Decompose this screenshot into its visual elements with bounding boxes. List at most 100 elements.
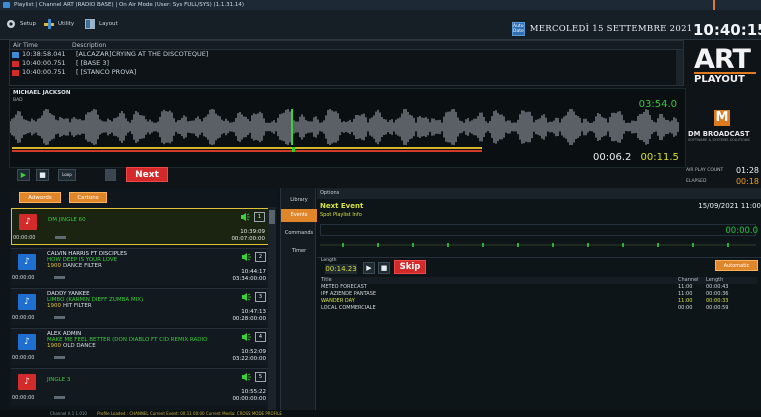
dm-logo-subtitle: SOFTWARE & SYSTEMS SOLUTIONS <box>688 138 750 142</box>
spot-row[interactable]: WANDER DAY 11:00 00:00:33 <box>321 298 757 305</box>
next-button[interactable]: Next <box>126 167 168 182</box>
skip-button[interactable]: Skip <box>394 260 426 274</box>
spot-rows: METEO FORECAST 11:00 00:00:43 IPF AZIENDE P… <box>321 284 757 312</box>
timeline-tick <box>447 243 449 247</box>
cart-status-badge <box>54 316 65 319</box>
play-position-marker[interactable] <box>292 147 295 152</box>
cart-status-badge <box>54 356 65 359</box>
nav-events[interactable]: Events <box>281 209 317 222</box>
spot-length: 00:00:59 <box>706 305 729 311</box>
playlist-airtime: 10:38:58.041 <box>22 50 66 58</box>
cart-scrollbar[interactable] <box>268 207 276 410</box>
automatic-button[interactable]: Automatic <box>715 260 758 271</box>
spot-channel: 11:00 <box>678 291 693 297</box>
window-titlebar: Playlist | Channel ART (RADIO BASE) | On… <box>0 0 761 10</box>
playlist-row[interactable]: 10:40:00.751 [ [STANCO PROVA] <box>10 68 683 77</box>
col-description[interactable]: Description <box>72 41 106 49</box>
timeline-tick <box>377 243 379 247</box>
cart-status-badge <box>54 276 65 279</box>
tab-adwords[interactable]: Adwords <box>19 192 61 203</box>
cart-item[interactable]: ♪ CALVIN HARRIS FT DISCIPLES HOW DEEP IS Y… <box>11 248 273 285</box>
music-note-icon: ♪ <box>18 294 36 310</box>
elapsed-time: 00:06.2 <box>593 152 632 163</box>
block-stop-button[interactable]: ■ <box>378 262 390 274</box>
spot-title: IPF AZIENDE PANTASE <box>321 291 377 297</box>
loop-button[interactable]: Loop <box>58 169 76 181</box>
speaker-icon[interactable] <box>242 293 251 301</box>
art-logo-text: ART <box>694 44 751 75</box>
status-bar: Channel A 1 1.010 Profile Loaded : CHANN… <box>0 410 761 417</box>
cart-item[interactable]: ♪ DM JINGLE 60 00:00:00 1 10:39:09 00:07:00:0… <box>11 208 273 245</box>
timeline-tick <box>482 243 484 247</box>
utility-button[interactable]: Utility <box>43 18 74 30</box>
dm-broadcast-logo: M DM BROADCAST SOFTWARE & SYSTEMS SOLUTI… <box>686 110 758 146</box>
timeline-tick <box>412 243 414 247</box>
cart-start-time: 00:00:00 <box>12 275 35 281</box>
speaker-icon[interactable] <box>242 333 251 341</box>
onair-elapsed-value: 00:18 <box>735 177 759 186</box>
spot-table: Title Channel Length METEO FORECAST 11:00… <box>321 277 757 312</box>
cart-item[interactable]: ♪ DADDY YANKEE LIMBO (KARMIN DIEFF ZUMBA M… <box>11 288 273 325</box>
speaker-icon[interactable] <box>242 253 251 261</box>
now-playing-artist: MICHAEL JACKSON <box>13 90 71 96</box>
spot-row[interactable]: METEO FORECAST 11:00 00:00:43 <box>321 284 757 291</box>
timeline-tick <box>657 243 659 247</box>
nav-commands[interactable]: Commands <box>281 227 317 240</box>
col-channel[interactable]: Channel <box>678 277 699 284</box>
spot-row[interactable]: LOCAL COMMERCIALE 00:00 00:00:59 <box>321 305 757 312</box>
setup-label: Setup <box>20 21 37 27</box>
dm-logo-text: DM BROADCAST <box>688 130 750 138</box>
playlist-scrollbar[interactable] <box>676 50 683 85</box>
cart-duration: 00:00:00:00 <box>232 396 266 402</box>
layout-button[interactable]: Layout <box>84 18 118 30</box>
cart-air-time: 10:44:17 <box>241 269 266 275</box>
jingle-icon <box>12 60 19 67</box>
transport-controls: ▶ ■ Loop Next <box>9 167 309 185</box>
playout-logo-text: PLAYOUT <box>694 74 745 85</box>
calendar-icon[interactable]: Auto Date <box>512 22 525 36</box>
cart-item[interactable]: ♪ JINGLE 3 00:00:00 5 10:55:22 00:00:00:00 <box>11 368 273 405</box>
playhead[interactable] <box>291 109 293 145</box>
cart-scrollbar-thumb[interactable] <box>269 210 275 224</box>
audio-waveform[interactable] <box>10 109 687 145</box>
cart-start-time: 00:00:00 <box>13 235 36 241</box>
onair-count-value: 01:28 <box>735 166 759 175</box>
onair-elapsed-label: ELAPSED <box>686 179 707 184</box>
nav-timer[interactable]: Timer <box>281 245 317 258</box>
cart-start-time: 00:00:00 <box>12 355 35 361</box>
playlist-row[interactable]: 10:38:58.041 [ALCAZAR]CRYING AT THE DISCO… <box>10 50 683 59</box>
level-meter-left <box>12 147 482 149</box>
event-options-label[interactable]: Options <box>320 190 339 196</box>
col-length[interactable]: Length <box>706 277 723 284</box>
cart-number[interactable]: 1 <box>254 212 265 222</box>
cart-year: 1900 <box>47 263 61 269</box>
cart-number[interactable]: 4 <box>255 332 266 342</box>
cart-air-time: 10:52:09 <box>241 349 266 355</box>
spot-row[interactable]: IPF AZIENDE PANTASE 11:00 00:00:36 <box>321 291 757 298</box>
gear-icon <box>7 20 15 28</box>
col-airtime[interactable]: Air Time <box>10 41 72 49</box>
event-timeline <box>320 243 756 247</box>
block-play-button[interactable]: ▶ <box>363 262 375 274</box>
cart-number[interactable]: 5 <box>255 372 266 382</box>
cue-button[interactable] <box>105 169 116 181</box>
cart-number[interactable]: 3 <box>255 292 266 302</box>
waveform-panel: MICHAEL JACKSON BAD 03:54.0 00:06.2 00:1… <box>9 88 686 168</box>
playlist-description: [ALCAZAR]CRYING AT THE DISCOTEQUE] <box>76 50 209 58</box>
playlist-row[interactable]: 10:40:00.751 [ [BASE 3] <box>10 59 683 68</box>
speaker-icon[interactable] <box>242 373 251 381</box>
spot-channel: 11:00 <box>678 284 693 290</box>
setup-button[interactable]: Setup <box>5 18 36 30</box>
stop-button[interactable]: ■ <box>36 169 49 181</box>
nav-library[interactable]: Library <box>281 194 317 207</box>
cart-number[interactable]: 2 <box>255 252 266 262</box>
cart-air-time: 10:39:09 <box>240 229 265 235</box>
play-button[interactable]: ▶ <box>17 169 30 181</box>
event-options-bar: Options <box>317 188 761 199</box>
speaker-icon[interactable] <box>241 213 250 221</box>
cart-title: DM JINGLE 60 <box>48 217 86 223</box>
cart-item[interactable]: ♪ ALEX ADMIN MAKE ME FEEL BETTER (DON DIAB… <box>11 328 273 365</box>
timeline-tick <box>552 243 554 247</box>
tab-cartons[interactable]: Cartons <box>69 192 107 203</box>
col-title[interactable]: Title <box>321 277 332 284</box>
